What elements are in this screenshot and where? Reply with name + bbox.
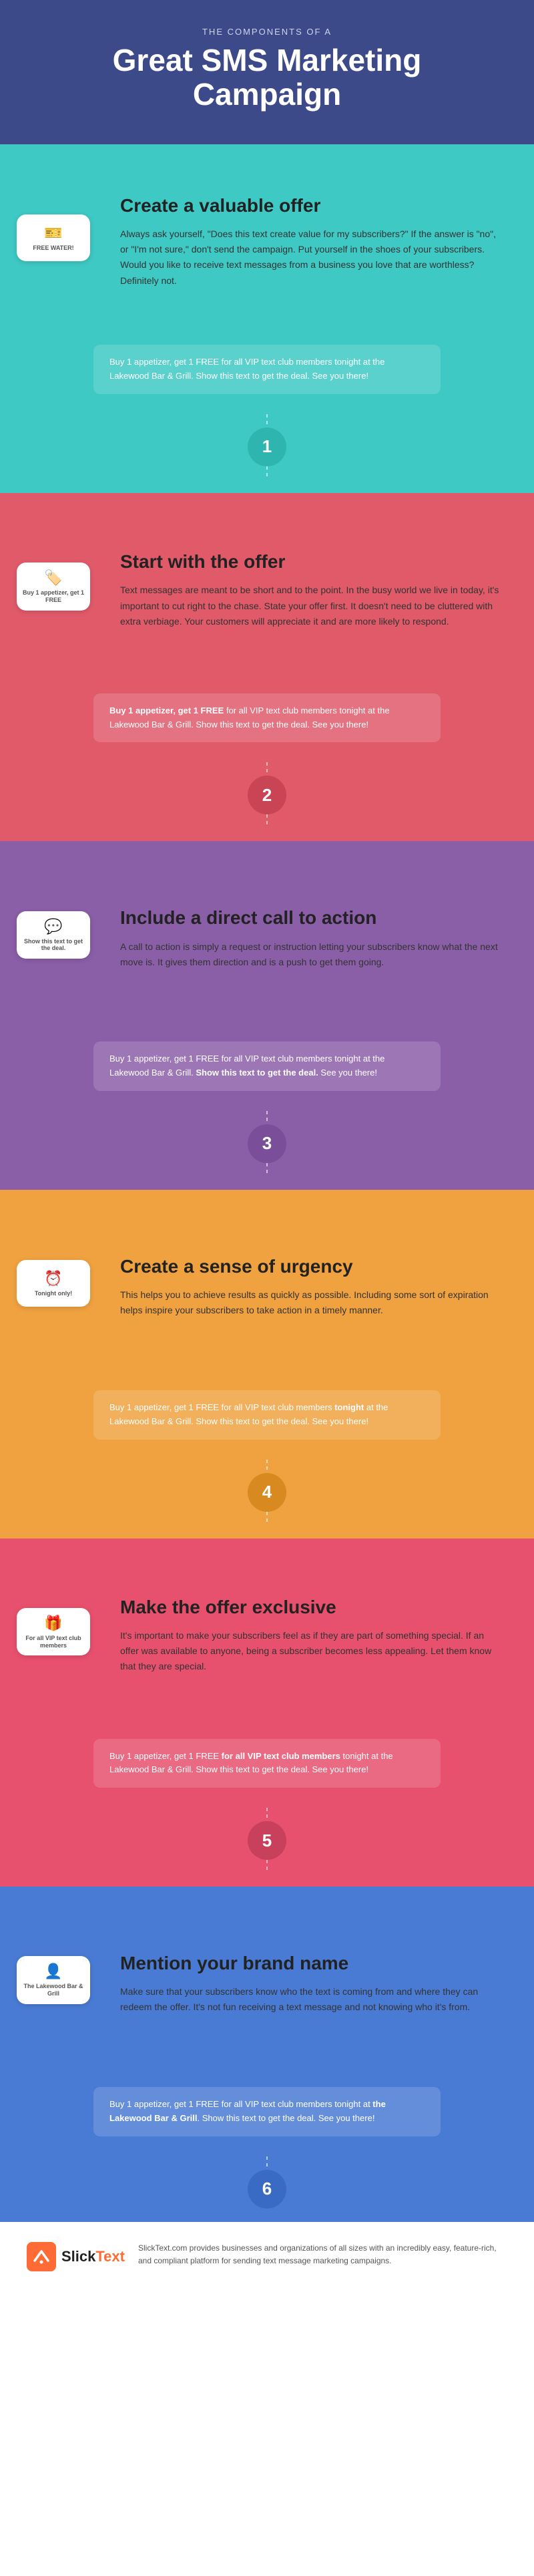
- tip-body-5: It's important to make your subscribers …: [120, 1628, 501, 1674]
- phone-mockup-6: 👤 The Lakewood Bar & Grill: [17, 1956, 90, 2004]
- sms-wrapper-4: Buy 1 appetizer, get 1 FREE for all VIP …: [0, 1377, 534, 1460]
- tip-top-4: ⏰ Tonight only! Create a sense of urgency T…: [0, 1190, 534, 1377]
- number-circle-2: 2: [248, 776, 286, 814]
- line-below-5: [266, 1860, 268, 1873]
- tip-block-3: 💬 Show this text to get the deal. Include …: [0, 841, 534, 1190]
- tip-body-2: Text messages are meant to be short and …: [120, 583, 501, 629]
- line-above-6: [266, 2156, 268, 2170]
- phone-mockup-5: 🎁 For all VIP text club members: [17, 1608, 90, 1656]
- phone-icon-5: 🎁: [44, 1615, 62, 1632]
- line-above-5: [266, 1808, 268, 1821]
- phone-label-5: For all VIP text club members: [22, 1635, 85, 1649]
- tip-top-3: 💬 Show this text to get the deal. Include …: [0, 841, 534, 1028]
- phone-area-2: 🏷️ Buy 1 appetizer, get 1 FREE: [0, 493, 107, 680]
- number-circle-4: 4: [248, 1473, 286, 1512]
- tip-block-2: 🏷️ Buy 1 appetizer, get 1 FREE Start with …: [0, 493, 534, 842]
- phone-area-3: 💬 Show this text to get the deal.: [0, 841, 107, 1028]
- phone-area-4: ⏰ Tonight only!: [0, 1190, 107, 1377]
- number-circle-5: 5: [248, 1821, 286, 1860]
- tip-top-5: 🎁 For all VIP text club members Make the o…: [0, 1539, 534, 1726]
- phone-area-1: 🎫 FREE WATER!: [0, 144, 107, 331]
- sms-wrapper-6: Buy 1 appetizer, get 1 FREE for all VIP …: [0, 2074, 534, 2156]
- slicktext-logo-icon: [27, 2242, 56, 2271]
- line-above-1: [266, 414, 268, 428]
- number-circle-3: 3: [248, 1124, 286, 1163]
- tip-body-4: This helps you to achieve results as qui…: [120, 1287, 501, 1318]
- tip-top-6: 👤 The Lakewood Bar & Grill Mention your br…: [0, 1887, 534, 2074]
- tip-content-5: Make the offer exclusive It's important t…: [107, 1539, 534, 1726]
- tip-block-5: 🎁 For all VIP text club members Make the o…: [0, 1539, 534, 1887]
- tip-heading-6: Mention your brand name: [120, 1952, 501, 1975]
- num-wrapper-4: 4: [0, 1460, 534, 1539]
- footer-description: SlickText.com provides businesses and or…: [138, 2242, 507, 2267]
- footer: SlickText SlickText.com provides busines…: [0, 2222, 534, 2291]
- tip-heading-5: Make the offer exclusive: [120, 1596, 501, 1619]
- sms-box-6: Buy 1 appetizer, get 1 FREE for all VIP …: [93, 2087, 441, 2136]
- line-above-3: [266, 1111, 268, 1124]
- line-below-4: [266, 1512, 268, 1525]
- phone-icon-3: 💬: [44, 918, 62, 935]
- line-below-1: [266, 466, 268, 480]
- sms-box-5: Buy 1 appetizer, get 1 FREE for all VIP …: [93, 1739, 441, 1788]
- tip-body-1: Always ask yourself, "Does this text cre…: [120, 226, 501, 288]
- tip-top-1: 🎫 FREE WATER! Create a valuable offer Alway…: [0, 144, 534, 331]
- num-wrapper-1: 1: [0, 414, 534, 493]
- tip-body-3: A call to action is simply a request or …: [120, 939, 501, 970]
- number-circle-1: 1: [248, 428, 286, 466]
- phone-mockup-4: ⏰ Tonight only!: [17, 1260, 90, 1307]
- tips-container: 🎫 FREE WATER! Create a valuable offer Alway…: [0, 144, 534, 2222]
- tip-content-1: Create a valuable offer Always ask yourse…: [107, 144, 534, 331]
- tip-content-6: Mention your brand name Make sure that yo…: [107, 1887, 534, 2074]
- tip-block-4: ⏰ Tonight only! Create a sense of urgency T…: [0, 1190, 534, 1539]
- num-wrapper-6: 6: [0, 2156, 534, 2222]
- phone-icon-2: 🏷️: [44, 569, 62, 587]
- tip-content-3: Include a direct call to action A call to…: [107, 841, 534, 1028]
- sms-box-2: Buy 1 appetizer, get 1 FREE for all VIP …: [93, 693, 441, 743]
- tip-heading-2: Start with the offer: [120, 550, 501, 573]
- tip-heading-4: Create a sense of urgency: [120, 1255, 501, 1278]
- tip-content-4: Create a sense of urgency This helps you …: [107, 1190, 534, 1377]
- footer-logo-text: SlickText: [61, 2248, 125, 2265]
- phone-area-5: 🎁 For all VIP text club members: [0, 1539, 107, 1726]
- line-below-3: [266, 1163, 268, 1176]
- sms-wrapper-2: Buy 1 appetizer, get 1 FREE for all VIP …: [0, 680, 534, 763]
- header-title: Great SMS Marketing Campaign: [53, 43, 481, 111]
- phone-label-4: Tonight only!: [35, 1290, 72, 1297]
- sms-wrapper-1: Buy 1 appetizer, get 1 FREE for all VIP …: [0, 331, 534, 414]
- phone-icon-6: 👤: [44, 1963, 62, 1980]
- phone-mockup-1: 🎫 FREE WATER!: [17, 214, 90, 261]
- tip-body-6: Make sure that your subscribers know who…: [120, 1984, 501, 2015]
- phone-mockup-2: 🏷️ Buy 1 appetizer, get 1 FREE: [17, 562, 90, 611]
- line-above-4: [266, 1460, 268, 1473]
- line-above-2: [266, 762, 268, 776]
- phone-label-2: Buy 1 appetizer, get 1 FREE: [22, 589, 85, 604]
- header: The Components of a Great SMS Marketing …: [0, 0, 534, 144]
- sms-wrapper-5: Buy 1 appetizer, get 1 FREE for all VIP …: [0, 1726, 534, 1808]
- phone-icon-4: ⏰: [44, 1270, 62, 1287]
- tip-heading-1: Create a valuable offer: [120, 194, 501, 217]
- sms-wrapper-3: Buy 1 appetizer, get 1 FREE for all VIP …: [0, 1028, 534, 1111]
- footer-logo: SlickText: [27, 2242, 125, 2271]
- header-subtitle: The Components of a: [53, 27, 481, 37]
- num-wrapper-5: 5: [0, 1808, 534, 1887]
- phone-label-1: FREE WATER!: [33, 245, 73, 252]
- tip-block-6: 👤 The Lakewood Bar & Grill Mention your br…: [0, 1887, 534, 2222]
- page-wrapper: The Components of a Great SMS Marketing …: [0, 0, 534, 2291]
- phone-label-3: Show this text to get the deal.: [22, 938, 85, 953]
- num-wrapper-3: 3: [0, 1111, 534, 1190]
- tip-content-2: Start with the offer Text messages are me…: [107, 493, 534, 680]
- num-wrapper-2: 2: [0, 762, 534, 841]
- tip-block-1: 🎫 FREE WATER! Create a valuable offer Alway…: [0, 144, 534, 493]
- sms-box-3: Buy 1 appetizer, get 1 FREE for all VIP …: [93, 1041, 441, 1091]
- sms-box-4: Buy 1 appetizer, get 1 FREE for all VIP …: [93, 1390, 441, 1440]
- line-below-2: [266, 814, 268, 828]
- phone-mockup-3: 💬 Show this text to get the deal.: [17, 911, 90, 959]
- tip-heading-3: Include a direct call to action: [120, 907, 501, 929]
- phone-area-6: 👤 The Lakewood Bar & Grill: [0, 1887, 107, 2074]
- phone-label-6: The Lakewood Bar & Grill: [22, 1983, 85, 1997]
- phone-icon-1: 🎫: [44, 224, 62, 242]
- tip-top-2: 🏷️ Buy 1 appetizer, get 1 FREE Start with …: [0, 493, 534, 680]
- sms-box-1: Buy 1 appetizer, get 1 FREE for all VIP …: [93, 345, 441, 394]
- number-circle-6: 6: [248, 2170, 286, 2209]
